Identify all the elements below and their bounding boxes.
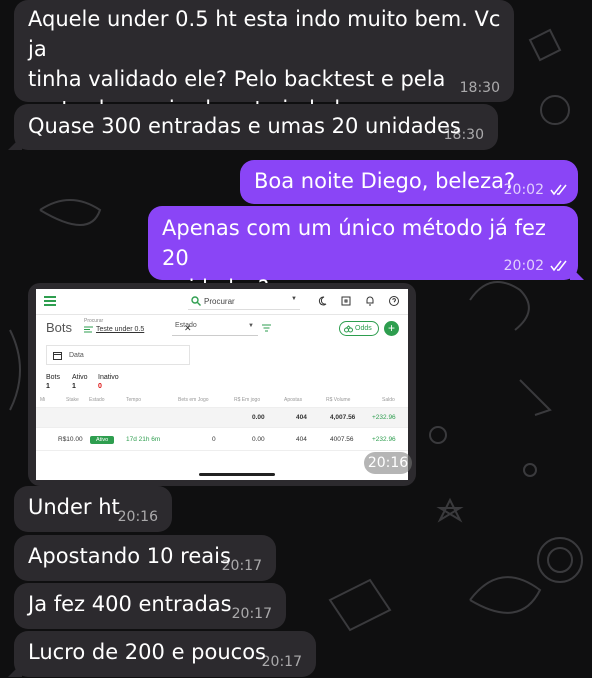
add-bot-button: + [384, 321, 399, 336]
bell-icon [366, 296, 374, 306]
stat-value: 0 [98, 383, 102, 390]
message-time-text: 20:02 [503, 258, 544, 274]
message-text: Under ht [28, 495, 120, 519]
search-placeholder: Procurar [204, 297, 235, 306]
column-header: Estado [89, 397, 105, 403]
message-text: Lucro de 200 e poucos [28, 640, 266, 664]
odds-button: Odds [339, 321, 379, 336]
incoming-message-bubble[interactable]: Ja fez 400 entradas 20:17 [14, 583, 286, 629]
odds-icon [344, 325, 353, 333]
incoming-message-bubble[interactable]: Lucro de 200 e poucos 20:17 [8, 631, 316, 677]
search-bar: Procurar ▼ [188, 294, 300, 310]
cell-em-jogo: 0.00 [252, 414, 265, 421]
cell-em-jogo: 0.00 [252, 436, 265, 443]
column-header: R$ Em jogo [234, 397, 261, 403]
message-time: 18:30 [443, 127, 484, 143]
message-time: 20:17 [231, 606, 272, 622]
app-top-bar: Procurar ▼ [36, 289, 408, 315]
column-header: Apostas [284, 397, 303, 403]
column-header: Saldo [382, 397, 395, 403]
stat-label: Ativo [72, 374, 88, 381]
message-text: Quase 300 entradas e umas 20 unidades [28, 114, 461, 138]
column-header: Stake [66, 397, 79, 403]
message-time: 20:02 [504, 182, 568, 198]
stat-value: 1 [46, 383, 50, 390]
filter-label: Procurar [84, 318, 104, 324]
cell-apostas: 404 [296, 436, 307, 443]
date-label: Data [69, 352, 84, 359]
chevron-down-icon: ▼ [291, 296, 297, 302]
odds-label: Odds [355, 325, 372, 332]
message-time: 20:16 [117, 509, 158, 525]
estado-select-value: Estado [175, 322, 197, 329]
shared-screenshot-image[interactable]: Procurar ▼ Bots Procurar Teste under 0.5… [36, 289, 408, 480]
wallet-icon [341, 296, 351, 306]
incoming-message-bubble[interactable]: Under ht 20:16 [14, 486, 172, 532]
stat-label: Bots [46, 374, 61, 381]
cell-volume: 4,007.56 [330, 414, 356, 421]
outgoing-message-bubble[interactable]: Apenas com um único método já fez 20 uni… [148, 206, 584, 300]
home-indicator [199, 473, 275, 476]
date-filter: Data [46, 345, 190, 365]
stat-bots: Bots 1 [46, 374, 60, 390]
moon-icon [318, 296, 327, 306]
read-double-check-icon [550, 184, 567, 196]
message-time: 20:02 [504, 258, 568, 274]
chevron-down-icon: ▼ [248, 323, 254, 329]
cell-apostas: 404 [296, 414, 307, 421]
stat-ativo: Ativo 1 [72, 374, 88, 390]
filter-lines-icon [262, 324, 271, 332]
cell-tempo: 17d 21h 6m [126, 436, 161, 443]
column-header: Mi [40, 397, 46, 403]
help-icon [389, 296, 399, 306]
estado-select: Estado ▼ [172, 322, 258, 336]
cell-stake: R$10.00 [58, 436, 83, 443]
column-header: Bets em Jogo [178, 397, 209, 403]
status-badge: Ativo [90, 436, 115, 444]
cell-volume: 4007.56 [330, 436, 354, 443]
outgoing-message-bubble[interactable]: Boa noite Diego, beleza? 20:02 [240, 160, 578, 204]
search-icon [191, 296, 201, 306]
filter-value: Teste under 0.5 [96, 326, 145, 333]
message-text: Boa noite Diego, beleza? [254, 169, 516, 193]
hamburger-menu-icon [44, 296, 56, 306]
message-time: 20:17 [221, 558, 262, 574]
cell-saldo: +232.96 [372, 436, 396, 443]
message-text: Apostando 10 reais [28, 544, 231, 568]
stat-value: 1 [72, 383, 76, 390]
message-time-text: 20:02 [503, 182, 544, 198]
message-time: 18:30 [459, 80, 500, 96]
image-time-badge: 20:16 [364, 452, 412, 474]
message-time: 20:17 [261, 654, 302, 670]
column-header: R$ Volume [326, 397, 351, 403]
column-header: Tempo [126, 397, 142, 403]
table-totals-row: 0.00 404 4,007.56 +232.96 [36, 407, 408, 427]
cell-bets: 0 [212, 436, 216, 443]
stat-inativo: Inativo 0 [98, 374, 119, 390]
read-double-check-icon [550, 260, 567, 272]
incoming-message-bubble[interactable]: Aquele under 0.5 ht esta indo muito bem.… [14, 0, 514, 121]
bot-filter-icon [84, 326, 93, 333]
page-title: Bots [46, 320, 73, 335]
cell-saldo: +232.96 [372, 414, 396, 421]
incoming-message-bubble[interactable]: Quase 300 entradas e umas 20 unidades 18… [8, 104, 498, 150]
message-text: Ja fez 400 entradas [28, 592, 232, 616]
incoming-message-bubble[interactable]: Apostando 10 reais 20:17 [14, 535, 276, 581]
table-row: R$10.00 Ativo 17d 21h 6m 0 0.00 404 4007… [36, 427, 408, 451]
calendar-icon [53, 352, 62, 360]
stat-label: Inativo [98, 374, 119, 381]
